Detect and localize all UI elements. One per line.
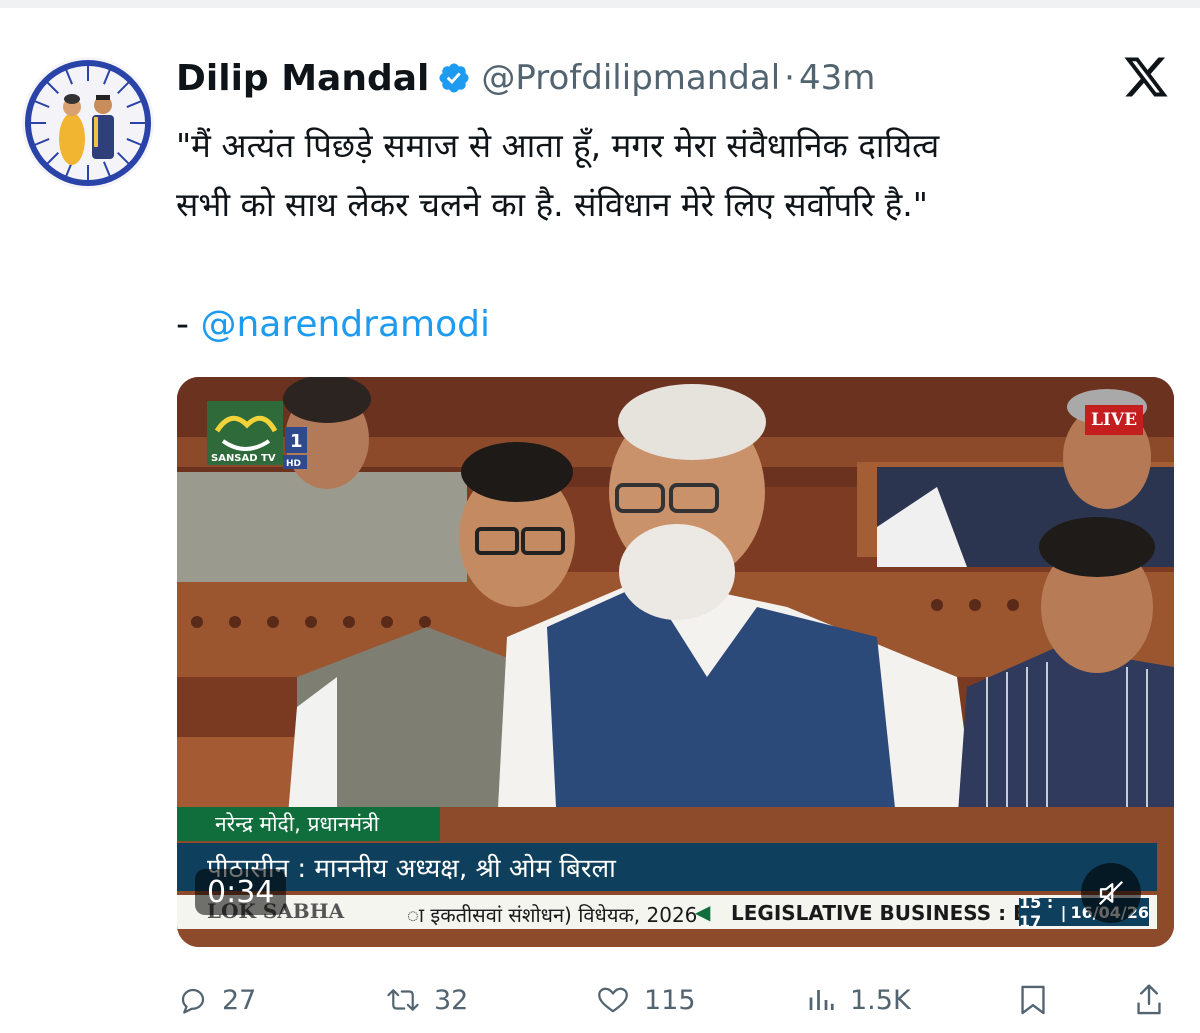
author-name[interactable]: Dilip Mandal [176, 58, 429, 99]
like-count: 115 [644, 984, 696, 1016]
heart-icon [598, 987, 628, 1013]
channel-logo: SANSAD TV 1 HD [207, 401, 307, 469]
repost-icon [387, 989, 419, 1011]
x-logo-icon[interactable] [1122, 56, 1170, 100]
repost-count: 32 [434, 984, 469, 1016]
mention-link[interactable]: @narendramodi [200, 304, 490, 345]
views-count: 1.5K [850, 984, 911, 1016]
views-chart-icon [809, 990, 834, 1010]
reply-icon [181, 988, 205, 1014]
action-bar: 27 32 115 1.5K [0, 975, 1200, 1025]
channel-name: SANSAD TV [211, 453, 276, 464]
ticker-business: LEGISLATIVE BUSINESS : E [731, 901, 1027, 925]
tweet-text: "मैं अत्यंत पिछड़े समाज से आता हूँ, मगर … [176, 116, 1176, 234]
mute-button[interactable] [1081, 863, 1141, 923]
tweet-card[interactable]: Dilip Mandal @Profdilipmandal · 43m "मैं… [0, 0, 1200, 1033]
chair-caption: पीठासीन : माननीय अध्यक्ष, श्री ओम बिरला [177, 843, 1157, 891]
tweet-text-line-1: "मैं अत्यंत पिछड़े समाज से आता हूँ, मगर … [176, 126, 940, 165]
news-ticker: LOK SABHA ा इकतीसवां संशोधन) विधेयक, 202… [177, 895, 1157, 929]
live-badge: LIVE [1085, 405, 1143, 435]
bookmark-button[interactable] [1018, 975, 1062, 1025]
tweet-header: Dilip Mandal @Profdilipmandal · 43m [176, 56, 875, 100]
attribution-line: - @narendramodi [176, 300, 490, 350]
attribution-dash: - [176, 304, 189, 345]
avatar-image [22, 57, 154, 189]
ticker-text: ा इकतीसवां संशोधन) विधेयक, 2026 [407, 903, 698, 927]
ticker-arrow-icon: ◀ [695, 900, 711, 924]
channel-number: 1 [290, 431, 303, 452]
timestamp[interactable]: 43m [799, 58, 875, 98]
clock-time: 15 : 17 [1019, 893, 1054, 931]
reply-count: 27 [222, 984, 257, 1016]
like-button[interactable]: 115 [596, 975, 696, 1025]
bookmark-icon [1021, 985, 1045, 1015]
video-player[interactable]: SANSAD TV 1 HD LIVE नरेन्द्र मोदी, प्रधा… [177, 377, 1174, 947]
share-button[interactable] [1134, 975, 1178, 1025]
clock-separator: | [1060, 902, 1067, 922]
verified-badge-icon[interactable] [437, 61, 471, 95]
reply-button[interactable]: 27 [178, 975, 256, 1025]
divider [0, 0, 1200, 8]
separator-dot: · [784, 58, 795, 98]
video-elapsed-time: 0:34 [195, 869, 287, 915]
channel-quality: HD [286, 459, 301, 469]
speaker-caption: नरेन्द्र मोदी, प्रधानमंत्री [177, 807, 440, 841]
share-icon [1137, 984, 1161, 1015]
tweet-text-line-2: सभी को साथ लेकर चलने का है. संविधान मेरे… [176, 185, 928, 224]
muted-speaker-icon [1098, 880, 1124, 906]
author-handle[interactable]: @Profdilipmandal [481, 58, 780, 98]
views-button[interactable]: 1.5K [806, 975, 911, 1025]
repost-button[interactable]: 32 [386, 975, 468, 1025]
avatar[interactable] [22, 57, 154, 189]
